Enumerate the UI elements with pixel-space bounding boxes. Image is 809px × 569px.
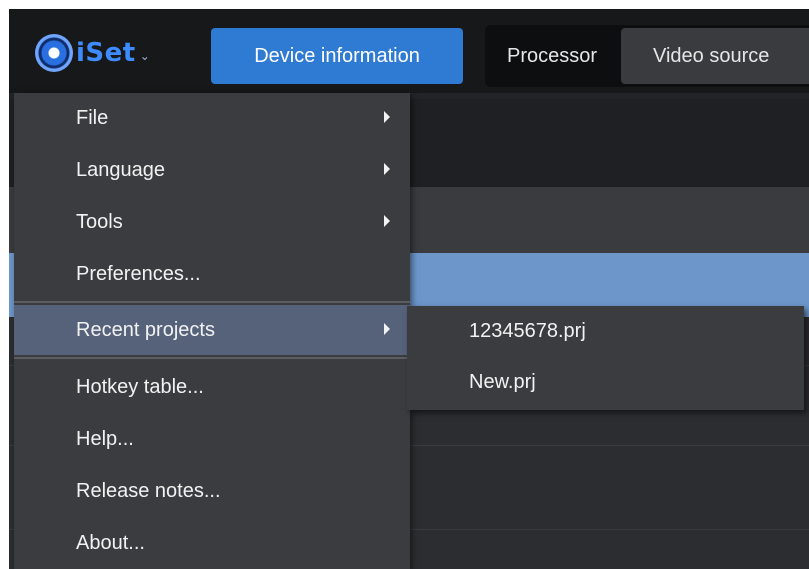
- menu-item-file[interactable]: File: [14, 93, 410, 143]
- menu-item-label: About...: [76, 532, 145, 554]
- app-window: iSet ⌄ Device information Processor Vide…: [9, 9, 809, 569]
- menu-item-hotkey-table[interactable]: Hotkey table...: [14, 362, 410, 412]
- menu-item-label: File: [76, 107, 109, 129]
- submenu-arrow-icon: [384, 163, 390, 175]
- recent-project-label: 12345678.prj: [469, 320, 586, 342]
- menu-item-label: Help...: [76, 428, 134, 450]
- tab-processor[interactable]: Processor: [507, 25, 597, 87]
- app-logo-menu[interactable]: iSet ⌄: [35, 33, 165, 73]
- tab-video-source[interactable]: Video source: [621, 28, 809, 84]
- menu-item-recent-projects[interactable]: Recent projects: [14, 305, 410, 355]
- menu-item-help[interactable]: Help...: [14, 414, 410, 464]
- menu-separator: [14, 301, 410, 303]
- top-bar: iSet ⌄ Device information Processor Vide…: [9, 9, 809, 93]
- menu-item-about[interactable]: About...: [14, 518, 410, 568]
- menu-item-preferences[interactable]: Preferences...: [14, 249, 410, 299]
- menu-item-label: Recent projects: [76, 319, 215, 341]
- menu-separator: [14, 357, 410, 359]
- recent-project-label: New.prj: [469, 371, 536, 393]
- logo-text: iSet: [76, 38, 136, 68]
- recent-project-item[interactable]: 12345678.prj: [407, 306, 804, 356]
- recent-project-item[interactable]: New.prj: [407, 357, 804, 407]
- menu-item-language[interactable]: Language: [14, 145, 410, 195]
- logo-icon: [35, 34, 73, 72]
- recent-projects-submenu: 12345678.prj New.prj: [407, 306, 804, 410]
- menu-item-label: Language: [76, 159, 165, 181]
- chevron-down-icon: ⌄: [139, 49, 150, 63]
- submenu-arrow-icon: [384, 111, 390, 123]
- menu-item-label: Release notes...: [76, 480, 221, 502]
- submenu-arrow-icon: [384, 323, 390, 335]
- menu-item-tools[interactable]: Tools: [14, 197, 410, 247]
- app-dropdown-menu: File Language Tools Preferences... Recen…: [14, 93, 410, 569]
- menu-item-label: Tools: [76, 211, 123, 233]
- submenu-arrow-icon: [384, 215, 390, 227]
- tab-bar: Processor Video source: [485, 25, 809, 87]
- menu-item-release-notes[interactable]: Release notes...: [14, 466, 410, 516]
- menu-item-label: Preferences...: [76, 263, 201, 285]
- menu-item-label: Hotkey table...: [76, 376, 204, 398]
- device-information-button[interactable]: Device information: [211, 28, 463, 84]
